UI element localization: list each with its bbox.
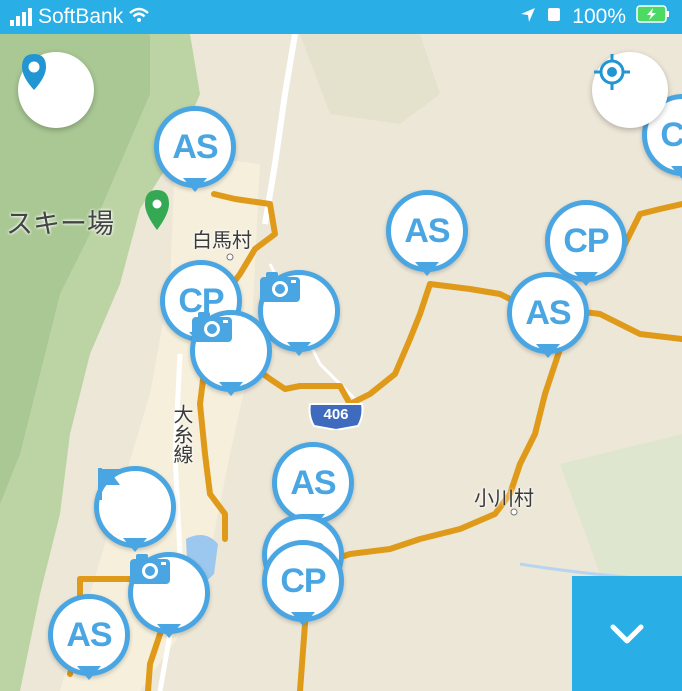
marker-as[interactable]: AS	[272, 442, 354, 528]
location-arrow-icon	[520, 5, 536, 29]
marker-camera[interactable]	[128, 552, 210, 638]
battery-icon	[636, 5, 670, 29]
marker-as[interactable]: AS	[386, 190, 468, 276]
collapse-panel-button[interactable]	[572, 576, 682, 691]
marker-as[interactable]: AS	[48, 594, 130, 680]
camera-icon	[130, 554, 170, 584]
marker-cp[interactable]: CP	[545, 200, 627, 286]
status-bar: SoftBank 100%	[0, 0, 682, 34]
signal-icon	[10, 8, 32, 26]
marker-as[interactable]: AS	[154, 106, 236, 192]
camera-icon	[260, 272, 300, 302]
carrier-name: SoftBank	[38, 5, 124, 28]
camera-icon	[192, 312, 232, 342]
label-otari: 小川村	[474, 486, 534, 510]
flag-icon	[98, 468, 120, 500]
wifi-icon	[129, 5, 150, 29]
route-shield-406: 406	[306, 402, 366, 430]
locate-crosshair-icon	[594, 54, 630, 90]
location-pin-icon	[22, 54, 46, 90]
marker-as[interactable]: AS	[507, 272, 589, 358]
label-oito-line: 大糸線	[170, 404, 194, 464]
label-ski-resort: スキー場	[6, 209, 114, 240]
marker-cp[interactable]: CP	[262, 540, 344, 626]
label-hakuba: 白馬村	[192, 228, 252, 252]
carrier-group: SoftBank	[10, 5, 150, 29]
chevron-down-icon	[610, 624, 644, 643]
battery-percent: 100%	[572, 5, 626, 28]
locate-me-button[interactable]	[592, 52, 668, 128]
alarm-icon	[546, 5, 562, 29]
status-right: 100%	[520, 5, 670, 29]
marker-flag[interactable]	[94, 466, 176, 552]
location-button[interactable]	[18, 52, 94, 128]
marker-camera[interactable]	[190, 310, 272, 396]
